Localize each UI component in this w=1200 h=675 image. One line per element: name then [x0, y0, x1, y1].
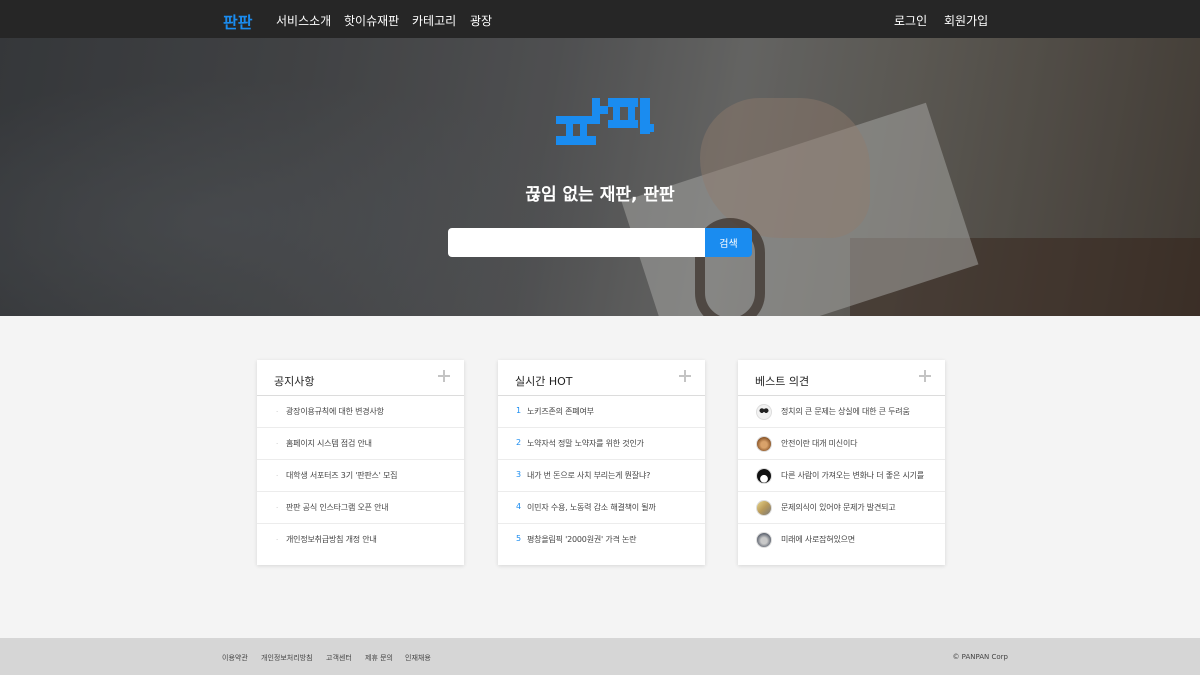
- opinion-list: 정치의 큰 문제는 상실에 대한 큰 두려움 안전이란 대개 미신이다 다른 사…: [738, 396, 945, 556]
- list-item[interactable]: · 판판 공식 인스타그램 오픈 안내: [257, 492, 464, 524]
- list-item[interactable]: 4 이민자 수용, 노동력 감소 해결책이 될까: [498, 492, 705, 524]
- signup-link[interactable]: 회원가입: [944, 12, 988, 29]
- notice-title: 광장이용규칙에 대한 변경사항: [286, 407, 384, 416]
- hot-topic-title: 노키즈존의 존폐여부: [527, 407, 594, 416]
- list-item[interactable]: 5 평창올림픽 '2000원권' 가격 논란: [498, 524, 705, 556]
- bullet-icon: ·: [276, 472, 279, 480]
- list-item[interactable]: · 홈페이지 시스템 점검 안내: [257, 428, 464, 460]
- list-item[interactable]: 정치의 큰 문제는 상실에 대한 큰 두려움: [738, 396, 945, 428]
- notice-list: · 광장이용규칙에 대한 변경사항 · 홈페이지 시스템 점검 안내 · 대학생 서포…: [257, 396, 464, 556]
- bullet-icon: ·: [276, 504, 279, 512]
- footer-link-support[interactable]: 고객센터: [326, 653, 352, 663]
- footer-link-terms[interactable]: 이용약관: [222, 653, 248, 663]
- hero-banner: 끊임 없는 재판, 판판 검색: [0, 38, 1200, 316]
- plus-icon[interactable]: [919, 370, 931, 382]
- nav-link-square[interactable]: 광장: [470, 12, 492, 29]
- list-item[interactable]: 2 노약자석 정말 노약자를 위한 것인가: [498, 428, 705, 460]
- opinion-text: 안전이란 대개 미신이다: [781, 439, 858, 448]
- list-item[interactable]: 다른 사람이 가져오는 변화나 더 좋은 시기를: [738, 460, 945, 492]
- opinion-text: 다른 사람이 가져오는 변화나 더 좋은 시기를: [781, 471, 924, 480]
- plus-icon[interactable]: [679, 370, 691, 382]
- nav-link-hot-issue-trials[interactable]: 핫이슈재판: [344, 12, 399, 29]
- notice-title: 개인정보취급방침 개정 안내: [286, 535, 377, 544]
- footer: 이용약관 개인정보처리방침 고객센터 제휴 문의 인재채용 © PANPAN C…: [0, 638, 1200, 675]
- realtime-hot-card: 실시간 HOT 1 노키즈존의 존폐여부 2 노약자석 정말 노약자를 위한 것인가…: [498, 360, 705, 565]
- rank-number: 4: [516, 502, 522, 511]
- bird-avatar-icon: [756, 500, 772, 516]
- plus-icon[interactable]: [438, 370, 450, 382]
- opinion-text: 미래에 사로잡혀있으면: [781, 535, 855, 544]
- best-opinions-card: 베스트 의견 정치의 큰 문제는 상실에 대한 큰 두려움 안전이란 대개 미신…: [738, 360, 945, 565]
- hot-topic-title: 이민자 수용, 노동력 감소 해결책이 될까: [527, 503, 656, 512]
- copyright-text: © PANPAN Corp: [952, 653, 1008, 661]
- card-header: 베스트 의견: [738, 360, 945, 396]
- rank-number: 5: [516, 534, 522, 543]
- hero-overlay: [0, 38, 1200, 316]
- notices-card: 공지사항 · 광장이용규칙에 대한 변경사항 · 홈페이지 시스템 점검 안내 · 대…: [257, 360, 464, 565]
- login-link[interactable]: 로그인: [894, 12, 927, 29]
- rank-number: 1: [516, 406, 522, 415]
- nav-link-service-intro[interactable]: 서비스소개: [276, 12, 331, 29]
- hero-tagline: 끊임 없는 재판, 판판: [525, 185, 675, 205]
- footer-link-privacy[interactable]: 개인정보처리방침: [261, 653, 313, 663]
- notice-title: 홈페이지 시스템 점검 안내: [286, 439, 372, 448]
- hot-topic-title: 평창올림픽 '2000원권' 가격 논란: [527, 535, 637, 544]
- list-item[interactable]: 미래에 사로잡혀있으면: [738, 524, 945, 556]
- bullet-icon: ·: [276, 408, 279, 416]
- hot-topic-list: 1 노키즈존의 존폐여부 2 노약자석 정말 노약자를 위한 것인가 3 내가 번 돈…: [498, 396, 705, 556]
- bullet-icon: ·: [276, 536, 279, 544]
- card-title: 베스트 의견: [755, 375, 810, 388]
- dog-avatar-icon: [756, 436, 772, 452]
- list-item[interactable]: · 대학생 서포터즈 3기 '판판스' 모집: [257, 460, 464, 492]
- list-item[interactable]: 안전이란 대개 미신이다: [738, 428, 945, 460]
- notice-title: 대학생 서포터즈 3기 '판판스' 모집: [286, 471, 398, 480]
- site-logo[interactable]: 판판: [223, 9, 252, 33]
- rank-number: 2: [516, 438, 522, 447]
- list-item[interactable]: · 개인정보취급방침 개정 안내: [257, 524, 464, 556]
- list-item[interactable]: 문제의식이 있어야 문제가 발견되고: [738, 492, 945, 524]
- cat-avatar-icon: [756, 532, 772, 548]
- panpan-logo-icon: [556, 98, 654, 145]
- list-item[interactable]: 1 노키즈존의 존폐여부: [498, 396, 705, 428]
- notice-title: 판판 공식 인스타그램 오픈 안내: [286, 503, 389, 512]
- hot-topic-title: 노약자석 정말 노약자를 위한 것인가: [527, 439, 644, 448]
- nav-link-categories[interactable]: 카테고리: [412, 12, 456, 29]
- hot-topic-title: 내가 번 돈으로 사치 부리는게 뭔잘냐?: [527, 471, 651, 480]
- list-item[interactable]: · 광장이용규칙에 대한 변경사항: [257, 396, 464, 428]
- footer-link-partnership[interactable]: 제휴 문의: [365, 653, 393, 663]
- card-title: 공지사항: [274, 375, 315, 388]
- card-title: 실시간 HOT: [515, 375, 573, 388]
- panda-avatar-icon: [756, 404, 772, 420]
- top-navigation-bar: 판판 서비스소개 핫이슈재판 카테고리 광장 로그인 회원가입: [0, 0, 1200, 38]
- opinion-text: 정치의 큰 문제는 상실에 대한 큰 두려움: [781, 407, 910, 416]
- footer-link-careers[interactable]: 인재채용: [405, 653, 431, 663]
- card-header: 공지사항: [257, 360, 464, 396]
- rank-number: 3: [516, 470, 522, 479]
- search-button[interactable]: 검색: [705, 228, 752, 257]
- opinion-text: 문제의식이 있어야 문제가 발견되고: [781, 503, 896, 512]
- card-header: 실시간 HOT: [498, 360, 705, 396]
- penguin-avatar-icon: [756, 468, 772, 484]
- search-input[interactable]: [448, 228, 706, 257]
- bullet-icon: ·: [276, 440, 279, 448]
- list-item[interactable]: 3 내가 번 돈으로 사치 부리는게 뭔잘냐?: [498, 460, 705, 492]
